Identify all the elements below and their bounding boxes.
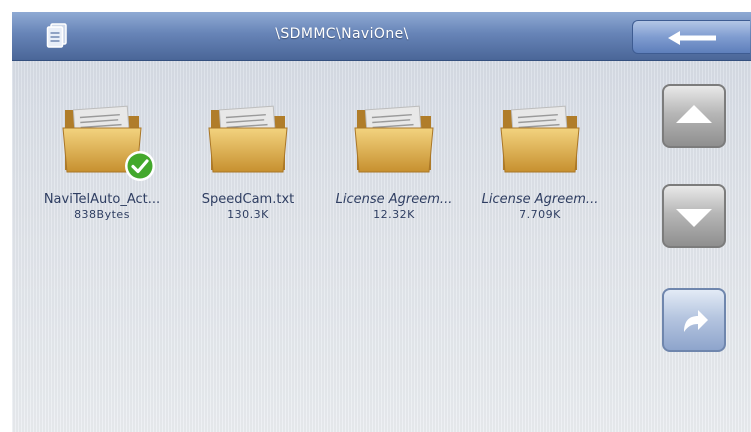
- file-size: 838Bytes: [74, 208, 130, 221]
- folder-icon: [500, 105, 580, 173]
- file-browser-screen: \SDMMC\NaviOne\ NaviTelAuto_Act... 838By…: [12, 12, 751, 432]
- file-item[interactable]: SpeedCam.txt 130.3K: [184, 98, 312, 221]
- file-item[interactable]: License Agreem... 7.709K: [476, 98, 604, 221]
- current-path: \SDMMC\NaviOne\: [275, 26, 409, 42]
- file-name: NaviTelAuto_Act...: [43, 192, 161, 207]
- scroll-up-button[interactable]: [662, 84, 726, 148]
- file-size: 12.32K: [373, 208, 415, 221]
- triangle-up-icon: [676, 105, 712, 123]
- file-item[interactable]: NaviTelAuto_Act... 838Bytes: [38, 98, 166, 221]
- scroll-down-button[interactable]: [662, 184, 726, 248]
- title-bar: \SDMMC\NaviOne\: [12, 12, 751, 61]
- open-button[interactable]: [662, 288, 726, 352]
- curved-arrow-icon: [684, 310, 708, 332]
- triangle-down-icon: [676, 209, 712, 227]
- file-name: License Agreem...: [481, 192, 599, 207]
- file-name: SpeedCam.txt: [201, 192, 295, 207]
- file-size: 7.709K: [519, 208, 561, 221]
- file-name: License Agreem...: [335, 192, 453, 207]
- back-button[interactable]: [632, 20, 750, 54]
- folder-icon: [208, 105, 288, 173]
- file-size: 130.3K: [227, 208, 269, 221]
- back-arrow-icon: [668, 31, 716, 45]
- folder-icon: [354, 105, 434, 173]
- file-item[interactable]: License Agreem... 12.32K: [330, 98, 458, 221]
- check-badge-icon: [125, 151, 155, 181]
- document-icon: [46, 23, 67, 48]
